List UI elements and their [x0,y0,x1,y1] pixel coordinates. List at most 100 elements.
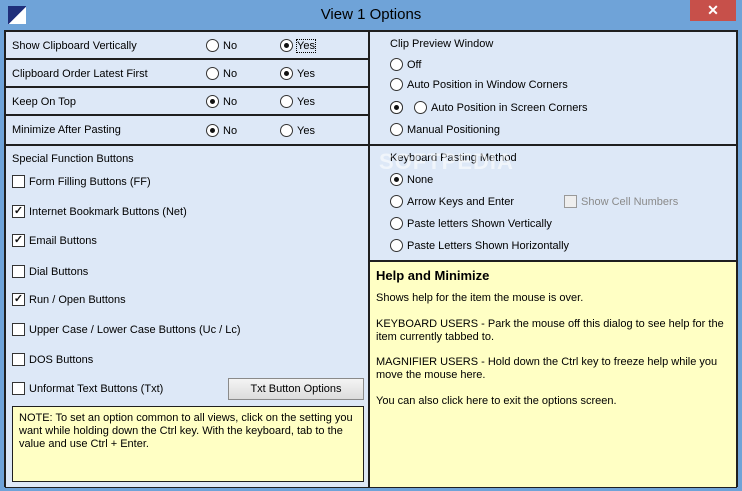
help-text-3: MAGNIFIER USERS - Hold down the Ctrl key… [376,356,718,381]
checkbox[interactable] [12,353,25,366]
radio-circle[interactable] [390,195,403,208]
radio-label: Yes [297,124,315,137]
check-upper-lower-case[interactable]: Upper Case / Lower Case Buttons (Uc / Lc… [12,323,241,336]
row-keep-on-top: Keep On Top No Yes [5,87,369,115]
check-show-cell-numbers[interactable]: Show Cell Numbers [564,195,678,208]
radio-circle[interactable] [280,67,293,80]
radio-preview-manual[interactable]: Manual Positioning [390,123,500,136]
check-email[interactable]: ✓ Email Buttons [12,234,97,247]
watermark: SOFTPEDIA [379,149,514,174]
radio-circle[interactable] [390,78,403,91]
radio-show-vertically-no[interactable]: No [206,39,237,52]
checkbox[interactable]: ✓ [12,234,25,247]
clip-preview-heading: Clip Preview Window [390,38,494,50]
row-label: Keep On Top [12,96,77,108]
check-label: Show Cell Numbers [581,195,679,208]
radio-circle[interactable] [390,239,403,252]
check-form-filling[interactable]: Form Filling Buttons (FF) [12,175,151,188]
help-text-4: You can also click here to exit the opti… [376,395,617,407]
radio-label: Auto Position in Screen Corners [431,101,588,114]
radio-clipboard-order-yes[interactable]: Yes [280,67,315,80]
help-text-2: KEYBOARD USERS - Park the mouse off this… [376,318,724,343]
radio-label: No [223,124,238,137]
checkbox[interactable]: ✓ [12,205,25,218]
check-label: Unformat Text Buttons (Txt) [29,382,164,395]
radio-label: Paste letters Shown Vertically [407,217,552,230]
check-label: Run / Open Buttons [29,293,126,306]
checkbox[interactable] [12,323,25,336]
checkbox[interactable] [12,175,25,188]
title-bar[interactable]: View 1 Options ✕ [0,0,742,30]
checkbox[interactable] [564,195,577,208]
check-label: Dial Buttons [29,265,89,278]
radio-circle[interactable] [280,39,293,52]
radio-label: Paste Letters Shown Horizontally [407,239,570,252]
help-title: Help and Minimize [376,268,490,283]
row-minimize-after-pasting: Minimize After Pasting No Yes [5,115,369,145]
radio-circle[interactable] [390,217,403,230]
close-button[interactable]: ✕ [690,0,736,21]
check-dial[interactable]: Dial Buttons [12,265,88,278]
radio-label: Arrow Keys and Enter [407,195,514,208]
check-label: Email Buttons [29,234,97,247]
checkbox[interactable] [12,265,25,278]
txt-button-options-button[interactable]: Txt Button Options [228,378,364,400]
check-label: Form Filling Buttons (FF) [29,175,151,188]
radio-label: No [223,67,238,80]
radio-label: None [407,173,434,186]
radio-circle[interactable] [390,123,403,136]
help-panel[interactable]: Help and Minimize Shows help for the ite… [369,261,737,488]
check-dos[interactable]: DOS Buttons [12,353,93,366]
radio-preview-selected-dot[interactable] [390,101,403,114]
radio-keep-on-top-yes[interactable]: Yes [280,95,315,108]
checkbox[interactable] [12,382,25,395]
check-label: Upper Case / Lower Case Buttons (Uc / Lc… [29,323,241,336]
radio-minimize-no[interactable]: No [206,124,237,137]
radio-circle[interactable] [206,124,219,137]
radio-circle[interactable] [414,101,427,114]
radio-circle[interactable] [206,67,219,80]
radio-label: No [223,95,238,108]
row-clipboard-order: Clipboard Order Latest First No Yes [5,59,369,87]
radio-minimize-yes[interactable]: Yes [280,124,315,137]
note-box: NOTE: To set an option common to all vie… [12,406,364,482]
dialog-client: Show Clipboard Vertically No Yes Clipboa… [4,30,738,488]
clip-preview-group: Clip Preview Window Off Auto Position in… [369,31,737,145]
radio-preview-window-corners[interactable]: Auto Position in Window Corners [390,78,568,91]
check-run-open[interactable]: ✓ Run / Open Buttons [12,293,126,306]
radio-label: Auto Position in Window Corners [407,78,568,91]
radio-preview-off[interactable]: Off [390,58,421,71]
window-title: View 1 Options [320,6,422,23]
radio-circle[interactable] [280,124,293,137]
radio-paste-vertically[interactable]: Paste letters Shown Vertically [390,217,552,230]
radio-circle[interactable] [280,95,293,108]
row-label: Minimize After Pasting [12,124,121,136]
row-show-clipboard-vertically: Show Clipboard Vertically No Yes [5,31,369,59]
radio-label: Yes [297,67,315,80]
check-label: DOS Buttons [29,353,94,366]
radio-show-vertically-yes[interactable]: Yes [280,38,316,53]
radio-label: Off [407,58,422,71]
check-internet-bookmark[interactable]: ✓ Internet Bookmark Buttons (Net) [12,205,187,218]
row-label: Clipboard Order Latest First [12,68,148,80]
checkbox[interactable]: ✓ [12,293,25,306]
radio-label: Yes [297,95,315,108]
radio-circle[interactable] [206,39,219,52]
check-label: Internet Bookmark Buttons (Net) [29,205,187,218]
check-unformat-text[interactable]: Unformat Text Buttons (Txt) [12,382,163,395]
radio-label: Manual Positioning [407,123,500,136]
special-buttons-group: Special Function Buttons Form Filling Bu… [5,145,369,488]
radio-circle[interactable] [390,58,403,71]
options-window: View 1 Options ✕ Show Clipboard Vertical… [0,0,742,491]
radio-preview-screen-corners[interactable]: Auto Position in Screen Corners [414,101,588,114]
radio-paste-arrow-keys[interactable]: Arrow Keys and Enter [390,195,514,208]
row-label: Show Clipboard Vertically [12,40,137,52]
help-text-1: Shows help for the item the mouse is ove… [376,292,584,304]
radio-circle[interactable] [206,95,219,108]
radio-label: Yes [296,38,316,53]
radio-keep-on-top-no[interactable]: No [206,95,237,108]
special-buttons-heading: Special Function Buttons [12,153,134,165]
radio-paste-horizontally[interactable]: Paste Letters Shown Horizontally [390,239,569,252]
radio-clipboard-order-no[interactable]: No [206,67,237,80]
radio-label: No [223,39,238,52]
